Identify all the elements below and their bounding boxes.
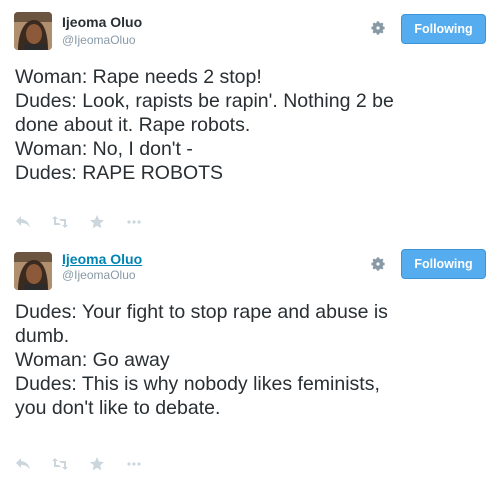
tweet: Ijeoma Oluo @IjeomaOluo Following Woman:…	[0, 0, 500, 240]
author-name[interactable]: Ijeoma Oluo	[62, 14, 142, 30]
avatar-image	[14, 12, 52, 50]
tweet-text-line: done about it. Rape robots.	[15, 114, 251, 136]
avatar-image	[14, 252, 52, 290]
gear-icon[interactable]	[370, 20, 386, 36]
tweet-text: Woman: Rape needs 2 stop! Dudes: Look, r…	[15, 65, 490, 185]
gear-icon[interactable]	[370, 256, 386, 272]
tweet-text-line: Dudes: Your fight to stop rape and abuse…	[15, 301, 388, 323]
tweet-text-line: Dudes: This is why nobody likes feminist…	[15, 373, 380, 395]
reply-icon[interactable]	[15, 214, 31, 230]
star-icon[interactable]	[89, 214, 105, 230]
tweet-text-line: Woman: No, I don't -	[15, 138, 193, 160]
avatar[interactable]	[14, 252, 52, 290]
author-handle[interactable]: @IjeomaOluo	[62, 33, 136, 47]
retweet-icon[interactable]	[52, 456, 68, 472]
following-button[interactable]: Following	[401, 249, 486, 279]
following-button[interactable]: Following	[401, 14, 486, 44]
tweet: Ijeoma Oluo @IjeomaOluo Following Dudes:…	[0, 240, 500, 482]
tweet-actions	[15, 214, 163, 230]
more-icon[interactable]	[126, 214, 142, 230]
avatar[interactable]	[14, 12, 52, 50]
tweet-text-line: dumb.	[15, 325, 70, 347]
tweet-text-line: Woman: Rape needs 2 stop!	[15, 66, 262, 88]
reply-icon[interactable]	[15, 456, 31, 472]
tweet-text-line: Dudes: RAPE ROBOTS	[15, 162, 224, 184]
tweet-text-line: Dudes: Look, rapists be rapin'. Nothing …	[15, 90, 394, 112]
author-name[interactable]: Ijeoma Oluo	[62, 251, 142, 267]
retweet-icon[interactable]	[52, 214, 68, 230]
tweet-text-line: Woman: Go away	[15, 349, 170, 371]
tweet-text: Dudes: Your fight to stop rape and abuse…	[15, 300, 490, 420]
author-handle[interactable]: @IjeomaOluo	[62, 268, 136, 282]
star-icon[interactable]	[89, 456, 105, 472]
tweet-text-line: you don't like to debate.	[15, 397, 221, 419]
more-icon[interactable]	[126, 456, 142, 472]
tweet-actions	[15, 456, 163, 472]
